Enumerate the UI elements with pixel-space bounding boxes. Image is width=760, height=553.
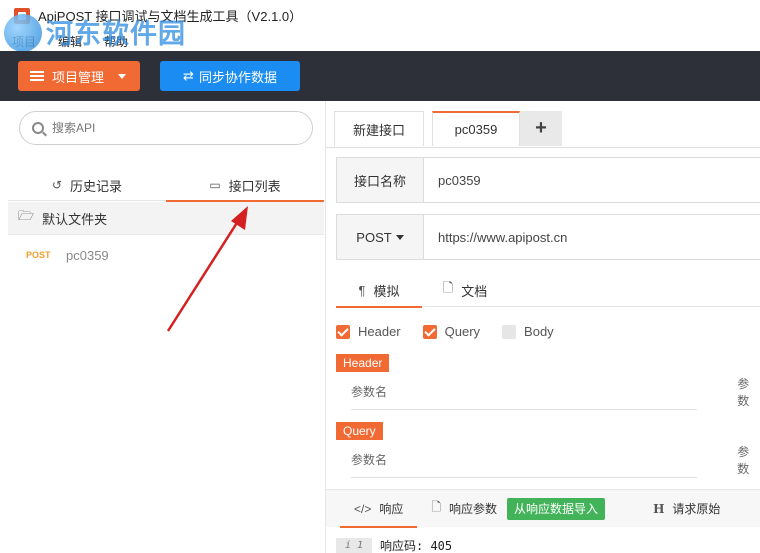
mode-tabs: ¶ 模拟 🗋 文档 — [336, 273, 760, 308]
method-select[interactable]: POST — [337, 215, 424, 259]
body-checkbox[interactable]: Body — [502, 324, 554, 339]
sync-icon: ⇄ — [183, 68, 194, 83]
list-icon — [30, 70, 44, 82]
search-icon — [32, 122, 44, 134]
query-checkbox-label: Query — [444, 324, 481, 339]
url-input[interactable]: https://www.apipost.cn — [424, 215, 567, 259]
search-input[interactable] — [52, 121, 292, 135]
paragraph-icon: ¶ — [358, 282, 366, 298]
checkbox-checked-icon — [336, 324, 350, 339]
tab-history[interactable]: ↺ 历史记录 — [8, 169, 166, 201]
header-tag: Header — [336, 354, 390, 372]
api-name-field: 接口名称 pc0359 — [336, 157, 760, 203]
import-from-response-button[interactable]: 从响应数据导入 — [507, 497, 606, 520]
request-tabs: 新建接口 pc0359 + — [334, 111, 562, 147]
folder-open-icon: 🗁 — [18, 208, 35, 223]
tab-history-label: 历史记录 — [70, 178, 123, 194]
tab-raw-request-label: 请求原始 — [672, 502, 721, 516]
api-name-input[interactable]: pc0359 — [424, 158, 481, 202]
checkbox-checked-icon — [422, 324, 437, 339]
window-title: ApiPOST 接口调试与文档生成工具（V2.1.0） — [38, 9, 303, 24]
api-method-badge: POST — [26, 250, 51, 260]
header-param-value-input[interactable]: 参数 — [737, 375, 760, 409]
tab-document-label: 文档 — [461, 283, 488, 299]
code-icon: </> — [354, 501, 372, 516]
add-tab-button[interactable]: + — [520, 111, 562, 146]
menu-bar: 项目 编辑 帮助 — [0, 31, 760, 51]
left-panel: ↺ 历史记录 ▭ 接口列表 🗁 默认文件夹 POST pc0359 — [8, 101, 324, 553]
header-param-name-input[interactable]: 参数名 — [351, 374, 698, 410]
tab-new-api[interactable]: 新建接口 — [334, 111, 424, 146]
caret-down-icon — [395, 234, 404, 240]
tab-pc0359[interactable]: pc0359 — [432, 111, 520, 146]
default-folder-label: 默认文件夹 — [42, 211, 108, 227]
tab-simulate[interactable]: ¶ 模拟 — [336, 273, 422, 308]
body-checkbox-label: Body — [524, 324, 554, 339]
code-gutter: i 1 — [336, 538, 372, 553]
tab-response-params[interactable]: 🗋 响应参数 — [431, 490, 497, 528]
folder-icon: ▭ — [209, 178, 221, 192]
query-param-value-input[interactable]: 参数 — [737, 443, 760, 477]
method-value: POST — [356, 229, 392, 245]
chevron-down-icon[interactable] — [118, 73, 127, 79]
param-checkboxes: Header Query Body — [336, 324, 576, 339]
tab-api-list-label: 接口列表 — [228, 178, 281, 194]
tab-response[interactable]: </> 响应 — [340, 490, 418, 528]
tab-simulate-label: 模拟 — [373, 283, 400, 299]
sync-data-button[interactable]: ⇄ 同步协作数据 — [160, 61, 300, 91]
query-tag: Query — [336, 422, 383, 440]
document-icon: 🗋 — [431, 500, 442, 514]
toolbar: 项目管理 ⇄ 同步协作数据 — [0, 51, 760, 101]
query-param-name-input[interactable]: 参数名 — [351, 442, 698, 478]
tab-response-params-label: 响应参数 — [449, 502, 498, 516]
query-param-row: 参数名 参数 — [336, 442, 760, 478]
header-checkbox[interactable]: Header — [336, 324, 401, 339]
tab-api-list[interactable]: ▭ 接口列表 — [166, 169, 324, 202]
api-list-item[interactable]: POST pc0359 — [8, 241, 324, 269]
menu-item-help[interactable]: 帮助 — [104, 33, 128, 50]
header-param-row: 参数名 参数 — [336, 374, 760, 410]
tab-response-label: 响应 — [379, 502, 404, 516]
menu-item-edit[interactable]: 编辑 — [58, 33, 82, 50]
tab-divider — [326, 147, 760, 148]
sync-data-label: 同步协作数据 — [198, 69, 277, 85]
tab-raw-request[interactable]: H 请求原始 — [653, 490, 720, 528]
url-field: POST https://www.apipost.cn — [336, 214, 760, 260]
left-tabs: ↺ 历史记录 ▭ 接口列表 — [8, 169, 324, 202]
response-tabs: </> 响应 🗋 响应参数 从响应数据导入 H 请求原始 — [326, 489, 760, 528]
api-name: pc0359 — [66, 247, 109, 263]
right-panel: 新建接口 pc0359 + 接口名称 pc0359 POST https://w… — [325, 101, 760, 553]
project-manage-button[interactable]: 项目管理 — [18, 61, 140, 91]
history-icon: ↺ — [51, 178, 63, 192]
h-icon: H — [653, 501, 665, 516]
header-checkbox-label: Header — [358, 324, 401, 339]
search-box[interactable] — [19, 111, 313, 145]
menu-item-project[interactable]: 项目 — [12, 33, 36, 50]
response-status-line: 响应码: 405 — [380, 539, 453, 553]
checkbox-unchecked-icon — [502, 324, 517, 339]
project-manage-label: 项目管理 — [52, 69, 105, 85]
tab-document[interactable]: 🗋 文档 — [422, 273, 508, 307]
document-icon: 🗋 — [442, 280, 454, 295]
query-checkbox[interactable]: Query — [422, 324, 481, 339]
response-code: i 1 响应码: 405 — [336, 538, 760, 553]
app-icon — [14, 7, 30, 24]
default-folder[interactable]: 🗁 默认文件夹 — [8, 202, 324, 235]
title-bar: ApiPOST 接口调试与文档生成工具（V2.1.0） — [0, 0, 760, 31]
api-name-label: 接口名称 — [337, 158, 424, 202]
